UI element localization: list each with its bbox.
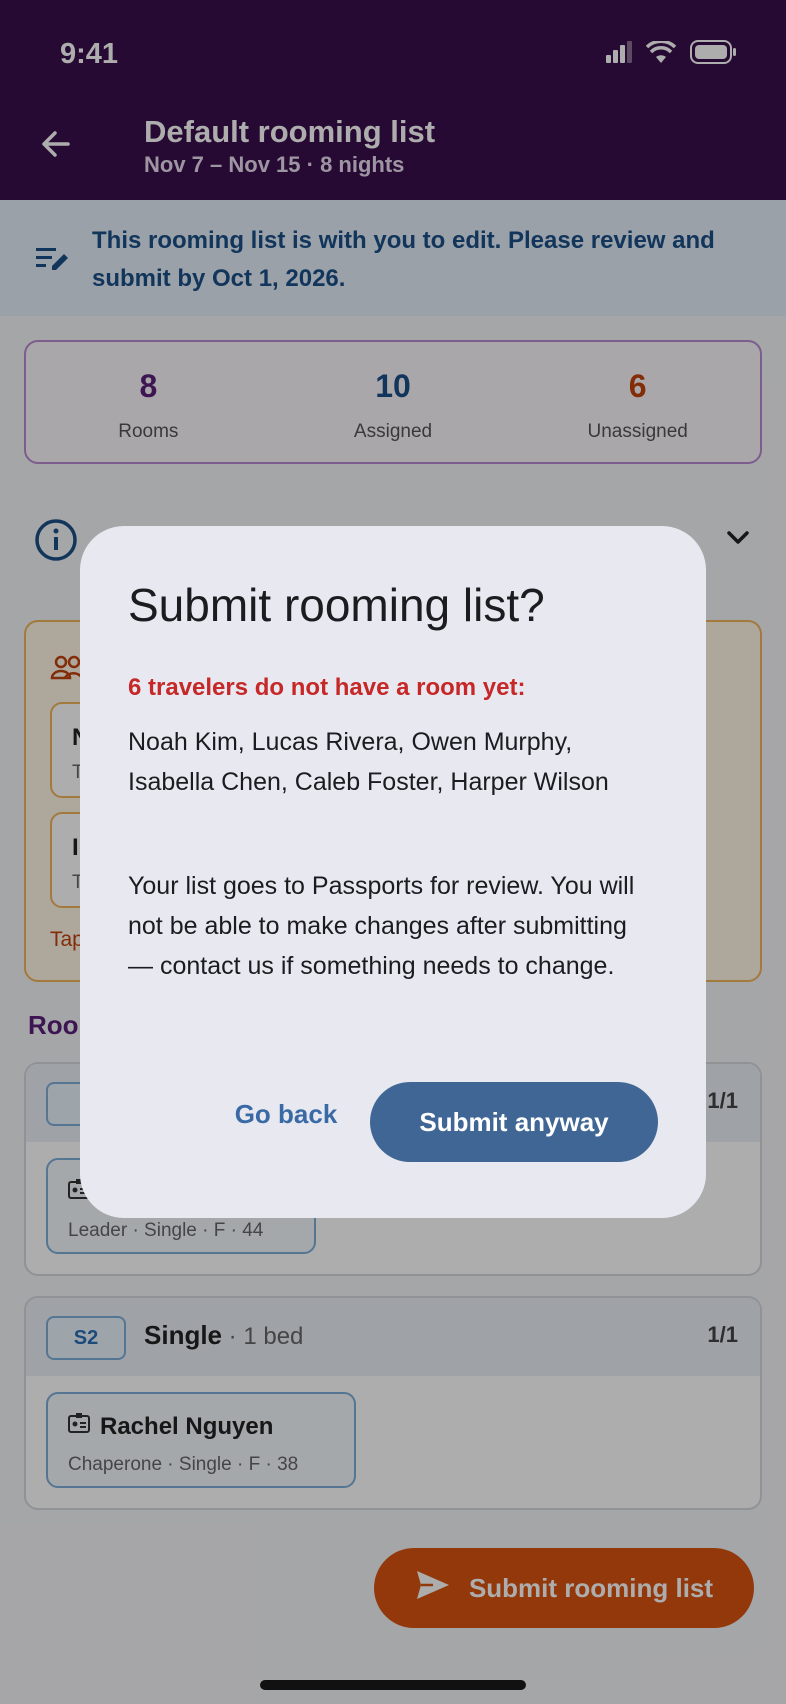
go-back-button[interactable]: Go back: [214, 1084, 358, 1144]
home-indicator: [260, 1680, 526, 1690]
dialog-warning: 6 travelers do not have a room yet:: [128, 674, 526, 701]
submit-confirm-dialog: Submit rooming list? 6 travelers do not …: [80, 526, 706, 1218]
dialog-title: Submit rooming list?: [128, 579, 545, 631]
unassigned-traveler-names: Noah Kim, Lucas Rivera, Owen Murphy, Isa…: [128, 728, 609, 796]
dialog-body: Your list goes to Passports for review. …: [128, 872, 635, 980]
submit-anyway-button[interactable]: Submit anyway: [370, 1082, 658, 1162]
